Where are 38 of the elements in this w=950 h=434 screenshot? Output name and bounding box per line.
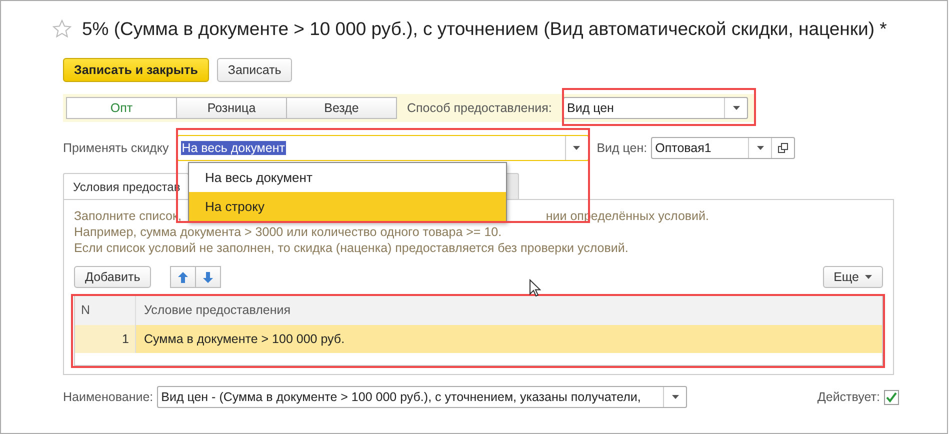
more-button[interactable]: Еще [822,266,883,288]
table-cell: 1 [75,325,135,353]
name-field[interactable]: Вид цен - (Сумма в документе > 100 000 руб.), с уточнением, указаны получатели, [157,386,688,408]
field-label: Действует: [817,390,880,404]
table-cell: Сумма в документе > 100 000 руб. [135,325,882,353]
hint-text: Например, сумма документа > 3000 или количество одного товара >= 10. [74,224,503,240]
table-row[interactable]: 1 Сумма в документе > 100 000 руб. [75,325,882,353]
caret-icon [732,106,740,110]
up-arrow-icon [178,272,188,282]
field-label: Вид цен: [596,141,648,155]
window-title: 5% (Сумма в документе > 10 000 руб.), с уточнением (Вид автоматической скидки, наценки) * [82,18,887,40]
cursor-icon [529,279,541,297]
column-header: N [80,302,92,319]
field-label: Применять скидку [63,141,169,155]
caret-icon [756,146,764,150]
move-down-button[interactable] [195,266,222,288]
scope-tab[interactable]: Розница [176,97,287,119]
scope-tab[interactable]: Везде [286,97,397,119]
open-icon[interactable] [778,143,788,153]
dropdown-option[interactable]: На весь документ [189,163,506,192]
move-up-button[interactable] [170,266,196,288]
caret-icon [573,146,580,150]
field-label: Способ предоставления: [407,101,552,115]
save-close-button[interactable]: Записать и закрыть [63,58,209,82]
dropdown-option[interactable]: На строку [189,192,506,221]
price-type-field[interactable]: Оптовая1 [651,137,796,159]
provision-method-field[interactable]: Вид цен [563,97,748,119]
caret-icon [865,275,872,279]
star-icon[interactable] [52,19,72,39]
field-label: Наименование: [63,390,154,404]
scope-tab[interactable]: Опт [66,97,177,119]
caret-icon [672,395,679,399]
apply-discount-field[interactable]: На весь документ [176,135,589,161]
hint-text: Если список условий не заполнен, то скидка (наценка) предоставляется без проверки условий. [74,240,630,256]
save-button[interactable]: Записать [216,58,292,82]
add-button[interactable]: Добавить [74,266,152,288]
active-checkbox[interactable] [884,390,899,404]
down-arrow-icon [203,272,214,282]
